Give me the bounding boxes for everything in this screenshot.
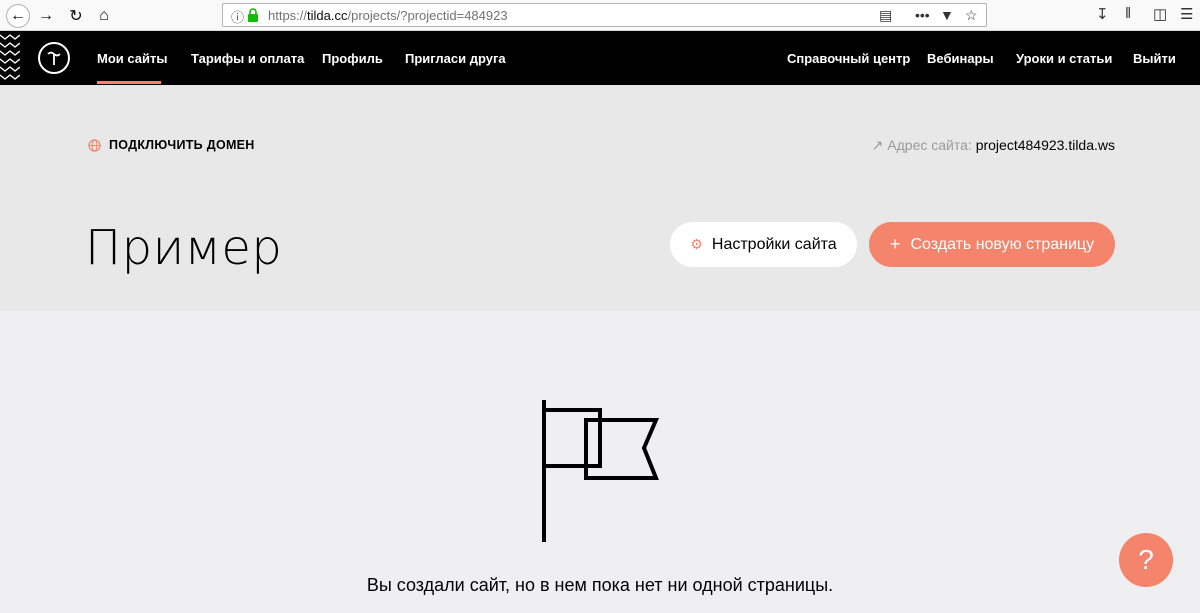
- nav-invite-friend[interactable]: Пригласи друга: [405, 51, 506, 66]
- plus-icon: +: [889, 234, 901, 254]
- external-link-icon: ↗: [871, 137, 884, 153]
- nav-lessons[interactable]: Уроки и статьи: [1016, 51, 1112, 66]
- address-bar[interactable]: ⓘ https://tilda.cc/projects/?projectid=4…: [222, 3, 987, 27]
- help-label: ?: [1138, 544, 1154, 575]
- tilda-logo[interactable]: [38, 42, 70, 74]
- nav-help-center[interactable]: Справочный центр: [787, 51, 910, 66]
- site-address: ↗ Адрес сайта: project484923.tilda.ws: [872, 137, 1115, 154]
- help-button[interactable]: ?: [1119, 533, 1173, 587]
- nav-profile[interactable]: Профиль: [322, 51, 383, 66]
- site-address-label: Адрес сайта:: [887, 137, 972, 153]
- active-nav-indicator: [97, 81, 161, 84]
- site-settings-label: Настройки сайта: [711, 235, 837, 253]
- browser-toolbar: ← → ↻ ⌂ ⓘ https://tilda.cc/projects/?pro…: [0, 0, 1200, 31]
- create-page-label: Создать новую страницу: [910, 235, 1095, 253]
- gear-icon: ⚙: [690, 236, 703, 252]
- downloads-icon[interactable]: ↧: [1096, 5, 1109, 23]
- home-icon[interactable]: ⌂: [92, 4, 116, 28]
- forward-icon[interactable]: →: [34, 4, 58, 28]
- decorative-zigzag-icon: [0, 34, 20, 80]
- pocket-icon[interactable]: ▼: [940, 7, 954, 23]
- project-title: Пример: [85, 220, 283, 276]
- url-text: https://tilda.cc/projects/?projectid=484…: [268, 8, 508, 23]
- nav-logout[interactable]: Выйти: [1133, 51, 1176, 66]
- globe-icon: [88, 138, 101, 152]
- tilda-logo-icon: [47, 51, 61, 65]
- project-header: ПОДКЛЮЧИТЬ ДОМЕН ↗ Адрес сайта: project4…: [0, 85, 1200, 311]
- sidebar-icon[interactable]: ◫: [1153, 5, 1167, 23]
- nav-tariffs[interactable]: Тарифы и оплата: [191, 51, 304, 66]
- connect-domain-link[interactable]: ПОДКЛЮЧИТЬ ДОМЕН: [88, 138, 255, 152]
- reader-view-icon[interactable]: ▤: [879, 7, 892, 24]
- site-settings-button[interactable]: ⚙ Настройки сайта: [670, 222, 857, 267]
- menu-icon[interactable]: ☰: [1180, 5, 1193, 23]
- lock-icon: [248, 8, 258, 22]
- url-path: /projects/?projectid=484923: [347, 8, 508, 23]
- flag-icon: [542, 400, 660, 542]
- library-icon[interactable]: ‖: [1125, 5, 1131, 22]
- back-icon[interactable]: ←: [6, 4, 30, 28]
- bookmark-star-icon[interactable]: ☆: [965, 7, 978, 24]
- empty-state-message: Вы создали сайт, но в нем пока нет ни од…: [366, 575, 834, 595]
- connect-domain-label: ПОДКЛЮЧИТЬ ДОМЕН: [109, 138, 255, 152]
- nav-webinars[interactable]: Вебинары: [927, 51, 994, 66]
- reload-icon[interactable]: ↻: [64, 4, 88, 28]
- create-page-button[interactable]: + Создать новую страницу: [869, 222, 1115, 267]
- nav-my-sites[interactable]: Мои сайты: [97, 51, 167, 66]
- site-address-value[interactable]: project484923.tilda.ws: [976, 137, 1115, 153]
- page-actions-icon[interactable]: •••: [915, 7, 930, 23]
- info-icon[interactable]: ⓘ: [231, 7, 244, 26]
- top-navigation: Мои сайты Тарифы и оплата Профиль Пригла…: [0, 31, 1200, 85]
- url-prefix: https://: [268, 8, 308, 23]
- url-domain: tilda.cc: [307, 8, 348, 23]
